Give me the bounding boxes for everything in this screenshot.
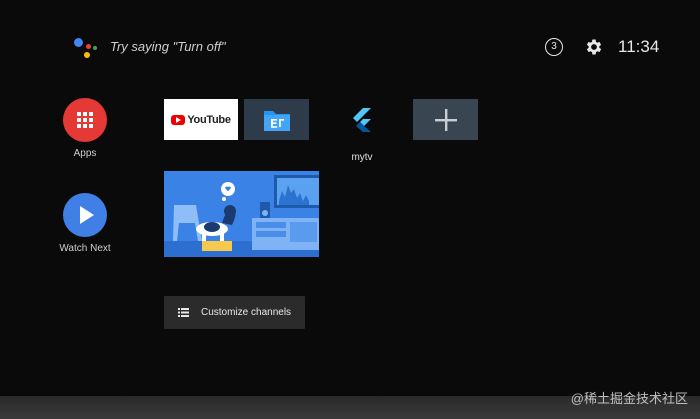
channel-preview-card[interactable] (164, 171, 319, 257)
app-tile-file-manager[interactable] (244, 99, 309, 140)
file-manager-folder-icon (263, 110, 290, 131)
tv-home-screen: Try saying "Turn off" 3 11:34 Apps Watch… (0, 0, 700, 396)
app-tile-youtube[interactable]: YouTube (164, 99, 238, 140)
rail-item-watch-next[interactable]: Watch Next (45, 193, 125, 254)
customize-channels-button[interactable]: Customize channels (164, 296, 305, 329)
clock: 11:34 (618, 37, 660, 56)
rail-item-apps[interactable]: Apps (45, 98, 125, 159)
app-tile-mytv[interactable] (339, 99, 384, 140)
youtube-logo: YouTube (171, 113, 231, 126)
list-icon (178, 308, 189, 317)
settings-gear-icon[interactable] (584, 37, 604, 57)
dog-illustration (164, 171, 319, 257)
notifications-badge[interactable]: 3 (545, 38, 563, 56)
apps-grid-icon (63, 98, 107, 142)
watermark: @稀土掘金技术社区 (570, 391, 688, 406)
assistant-prompt[interactable]: Try saying "Turn off" (110, 39, 226, 54)
add-app-button[interactable] (413, 99, 478, 140)
youtube-label: YouTube (187, 113, 231, 126)
customize-channels-label: Customize channels (201, 307, 292, 318)
youtube-play-icon (171, 114, 186, 125)
mytv-label: mytv (351, 152, 373, 163)
plus-icon (434, 108, 457, 131)
google-assistant-icon[interactable] (72, 34, 98, 60)
apps-label: Apps (73, 148, 97, 159)
watch-next-label: Watch Next (59, 243, 111, 254)
flutter-logo-icon (352, 107, 371, 132)
play-icon (63, 193, 107, 237)
